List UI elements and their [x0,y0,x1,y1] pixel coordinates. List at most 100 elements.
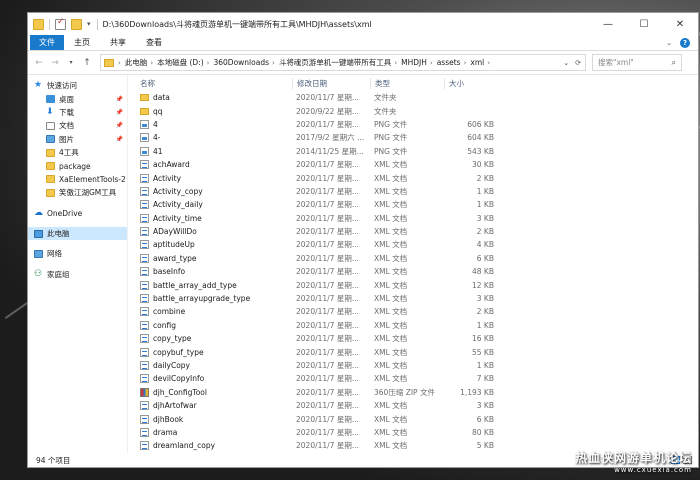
breadcrumb-chevron-icon[interactable]: › [464,59,467,67]
file-row[interactable]: config 2020/11/7 星期... XML 文档 1 KB [128,319,698,332]
file-row[interactable]: Activity_daily 2020/11/7 星期... XML 文档 1 KB [128,198,698,211]
sidebar-item[interactable]: 此电脑 [28,226,127,241]
breadcrumb-360downloads[interactable]: 360Downloads [213,58,269,67]
breadcrumb-chevron-icon[interactable]: › [394,59,397,67]
file-name: 4- [153,133,161,143]
file-type: PNG 文件 [374,119,408,129]
breadcrumb-this-pc[interactable]: 此电脑 [125,57,148,68]
sidebar-item[interactable]: ⬇ 下载 📌 [28,106,127,119]
breadcrumb-drive-d[interactable]: 本地磁盘 (D:) [157,57,204,68]
breadcrumb-chevron-icon[interactable]: › [487,59,490,67]
file-name: baseInfo [153,267,186,277]
file-row[interactable]: devilCopyInfo 2020/11/7 星期... XML 文档 7 KB [128,372,698,385]
file-row[interactable]: drama 2020/11/7 星期... XML 文档 80 KB [128,426,698,439]
file-name: 4 [153,119,158,129]
minimize-button[interactable]: — [590,13,626,35]
tab-share[interactable]: 共享 [100,35,136,50]
file-row[interactable]: copy_type 2020/11/7 星期... XML 文档 16 KB [128,332,698,345]
search-input[interactable]: 搜索"xml" [598,57,634,68]
file-row[interactable]: djhBook 2020/11/7 星期... XML 文档 6 KB [128,412,698,425]
file-row[interactable]: Activity_copy 2020/11/7 星期... XML 文档 1 KB [128,185,698,198]
file-row[interactable]: djhArtofwar 2020/11/7 星期... XML 文档 3 KB [128,399,698,412]
address-bar[interactable]: › 此电脑 › 本地磁盘 (D:) › 360Downloads › 斗将魂页游… [100,54,586,71]
sidebar-item[interactable]: package [28,159,127,172]
breadcrumb-tools-folder[interactable]: 斗将魂页游单机一键端带所有工具 [279,57,392,68]
file-row[interactable]: baseInfo 2020/11/7 星期... XML 文档 48 KB [128,265,698,278]
new-folder-icon[interactable] [71,18,82,30]
file-row[interactable]: data 2020/11/7 星期... 文件夹 [128,91,698,104]
column-header-size[interactable]: 大小 [444,77,494,89]
sidebar-item[interactable]: 笑傲江湖GM工具 [28,186,127,199]
breadcrumb-chevron-icon[interactable]: › [207,59,210,67]
forward-button[interactable]: → [48,58,62,68]
file-row[interactable]: 4- 2017/9/2 星期六 ... PNG 文件 604 KB [128,131,698,144]
file-row[interactable]: battle_array_add_type 2020/11/7 星期... XML … [128,278,698,291]
breadcrumb-chevron-icon[interactable]: › [430,59,433,67]
breadcrumb-chevron-icon[interactable]: › [150,59,153,67]
close-button[interactable]: ✕ [662,13,698,35]
sidebar-item[interactable]: 桌面 📌 [28,92,127,105]
column-header-name[interactable]: 名称 [128,78,292,89]
sidebar-item[interactable]: ☁ OneDrive [28,207,127,220]
file-row[interactable]: achAward 2020/11/7 星期... XML 文档 30 KB [128,158,698,171]
tab-file[interactable]: 文件 [30,35,64,50]
file-row[interactable]: Activity_time 2020/11/7 星期... XML 文档 3 KB [128,212,698,225]
sidebar-item[interactable]: 文档 📌 [28,119,127,132]
column-header-date[interactable]: 修改日期 [292,77,370,89]
tab-home[interactable]: 主页 [64,35,100,50]
help-icon[interactable]: ? [680,37,690,48]
breadcrumb-xml[interactable]: xml [470,58,484,67]
file-row[interactable]: Activity 2020/11/7 星期... XML 文档 2 KB [128,171,698,184]
sidebar-item[interactable]: ★ 快速访问 [28,79,127,92]
up-button[interactable]: ↑ [80,58,94,68]
file-type: XML 文档 [374,240,408,250]
file-date: 2020/11/7 星期... [296,294,359,304]
search-box[interactable]: 搜索"xml" ⌕ [592,54,682,71]
file-row[interactable]: copybuf_type 2020/11/7 星期... XML 文档 55 KB [128,345,698,358]
maximize-button[interactable]: ☐ [626,13,662,35]
file-row[interactable]: dailyCopy 2020/11/7 星期... XML 文档 1 KB [128,359,698,372]
breadcrumb-assets[interactable]: assets [437,58,461,67]
sidebar-item[interactable]: ⚇ 家庭组 [28,268,127,281]
tab-view[interactable]: 查看 [136,35,172,50]
file-row[interactable]: combine 2020/11/7 星期... XML 文档 2 KB [128,305,698,318]
properties-icon[interactable] [55,17,66,30]
file-row[interactable]: award_type 2020/11/7 星期... XML 文档 6 KB [128,252,698,265]
file-date: 2020/11/7 星期... [296,361,359,370]
search-icon[interactable]: ⌕ [672,58,676,68]
file-date: 2020/11/7 星期... [296,240,359,250]
breadcrumb-mhdjh[interactable]: MHDJH [401,58,427,67]
file-row[interactable]: 4 2020/11/7 星期... PNG 文件 606 KB [128,118,698,131]
title-bar: ▾ D:\360Downloads\斗将魂页游单机一键端带所有工具\MHDJH\… [28,13,698,35]
file-row[interactable]: 41 2014/11/25 星期... PNG 文件 543 KB [128,145,698,158]
file-row[interactable]: battle_arrayupgrade_type 2020/11/7 星期... X… [128,292,698,305]
refresh-icon[interactable]: ⟳ [575,59,581,67]
file-size: 80 KB [472,427,494,437]
file-row[interactable]: qq 2020/9/22 星期... 文件夹 [128,104,698,117]
sidebar-item[interactable]: XaElementTools-2 [28,173,127,186]
chevron-down-icon[interactable]: ▾ [87,20,91,28]
file-name: battle_arrayupgrade_type [153,294,251,304]
address-dropdown-icon[interactable]: ⌄ [563,59,569,67]
file-row[interactable]: aptitudeUp 2020/11/7 星期... XML 文档 4 KB [128,238,698,251]
back-button[interactable]: ← [32,58,46,68]
expand-ribbon-icon[interactable]: ⌄ [666,39,672,47]
image-file-icon [140,133,149,143]
sidebar-item[interactable]: 网络 [28,247,127,260]
network-icon [34,249,43,258]
recent-locations-chevron-icon[interactable]: ▾ [64,59,78,66]
breadcrumb-chevron-icon[interactable]: › [272,59,275,67]
sidebar-item-label: 网络 [47,249,62,259]
file-name: aptitudeUp [153,240,195,250]
file-row[interactable]: djh_ConfigTool 2020/11/7 星期... 360压缩 ZIP 文… [128,386,698,399]
file-row[interactable]: ADayWillDo 2020/11/7 星期... XML 文档 2 KB [128,225,698,238]
xml-file-icon [140,160,149,170]
column-header-type[interactable]: 类型 [370,77,444,89]
file-name-cell: achAward [128,160,292,170]
xml-file-icon [140,253,149,263]
sidebar-item[interactable]: 4工具 [28,146,127,159]
sidebar-item[interactable]: 图片 📌 [28,133,127,146]
breadcrumb-chevron-icon[interactable]: › [118,59,121,67]
file-size: 1,193 KB [460,387,494,397]
xml-file-icon [140,320,149,330]
